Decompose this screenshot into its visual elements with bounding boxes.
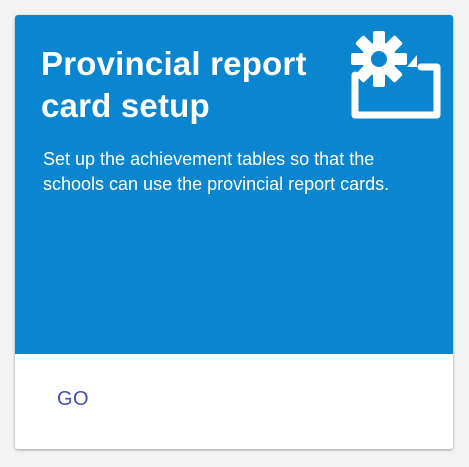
go-button[interactable]: GO <box>43 380 103 419</box>
settings-gear-window-icon <box>351 31 441 119</box>
card-header: Provincial report card setup Set up the … <box>15 15 453 354</box>
card-actions: GO <box>15 354 453 449</box>
card-description: Set up the achievement tables so that th… <box>43 149 390 194</box>
card-title: Provincial report card setup <box>41 45 307 124</box>
report-card-setup-card: Provincial report card setup Set up the … <box>15 15 453 449</box>
